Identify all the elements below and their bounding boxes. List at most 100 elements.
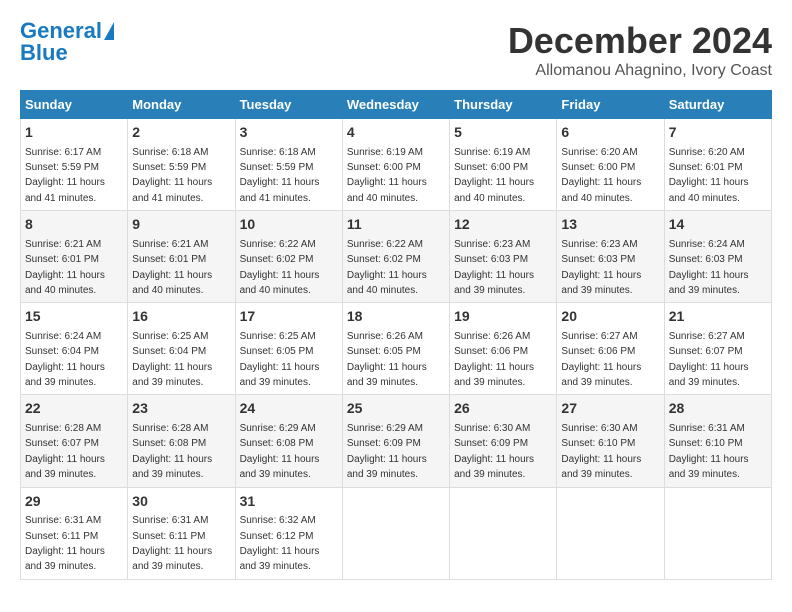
day-number: 27 (561, 399, 659, 419)
day-info: Sunrise: 6:27 AMSunset: 6:07 PMDaylight:… (669, 331, 749, 388)
day-number: 4 (347, 123, 445, 143)
day-info: Sunrise: 6:27 AMSunset: 6:06 PMDaylight:… (561, 331, 641, 388)
calendar-cell: 19 Sunrise: 6:26 AMSunset: 6:06 PMDayligh… (450, 303, 557, 395)
calendar-cell: 11 Sunrise: 6:22 AMSunset: 6:02 PMDayligh… (342, 211, 449, 303)
day-info: Sunrise: 6:21 AMSunset: 6:01 PMDaylight:… (132, 239, 212, 296)
day-number: 24 (240, 399, 338, 419)
day-number: 25 (347, 399, 445, 419)
day-info: Sunrise: 6:28 AMSunset: 6:07 PMDaylight:… (25, 423, 105, 480)
day-info: Sunrise: 6:25 AMSunset: 6:04 PMDaylight:… (132, 331, 212, 388)
day-number: 11 (347, 215, 445, 235)
calendar-cell: 2 Sunrise: 6:18 AMSunset: 5:59 PMDaylight… (128, 119, 235, 211)
day-number: 29 (25, 492, 123, 512)
day-info: Sunrise: 6:30 AMSunset: 6:09 PMDaylight:… (454, 423, 534, 480)
day-info: Sunrise: 6:28 AMSunset: 6:08 PMDaylight:… (132, 423, 212, 480)
calendar-cell (664, 487, 771, 579)
calendar-cell: 15Sunrise: 6:24 AMSunset: 6:04 PMDayligh… (21, 303, 128, 395)
title-area: December 2024 Allomanou Ahagnino, Ivory … (508, 20, 772, 80)
month-title: December 2024 (508, 20, 772, 62)
calendar-table: SundayMondayTuesdayWednesdayThursdayFrid… (20, 90, 772, 580)
day-info: Sunrise: 6:26 AMSunset: 6:06 PMDaylight:… (454, 331, 534, 388)
day-info: Sunrise: 6:20 AMSunset: 6:01 PMDaylight:… (669, 147, 749, 204)
day-info: Sunrise: 6:31 AMSunset: 6:11 PMDaylight:… (25, 515, 105, 572)
calendar-cell: 29 Sunrise: 6:31 AMSunset: 6:11 PMDayligh… (21, 487, 128, 579)
day-number: 23 (132, 399, 230, 419)
calendar-cell (557, 487, 664, 579)
day-info: Sunrise: 6:18 AMSunset: 5:59 PMDaylight:… (132, 147, 212, 204)
calendar-cell: 16 Sunrise: 6:25 AMSunset: 6:04 PMDayligh… (128, 303, 235, 395)
day-info: Sunrise: 6:31 AMSunset: 6:11 PMDaylight:… (132, 515, 212, 572)
calendar-cell: 14Sunrise: 6:24 AMSunset: 6:03 PMDayligh… (664, 211, 771, 303)
day-info: Sunrise: 6:29 AMSunset: 6:09 PMDaylight:… (347, 423, 427, 480)
calendar-cell: 22 Sunrise: 6:28 AMSunset: 6:07 PMDayligh… (21, 395, 128, 487)
day-number: 12 (454, 215, 552, 235)
header-tuesday: Tuesday (235, 91, 342, 119)
location-subtitle: Allomanou Ahagnino, Ivory Coast (508, 62, 772, 80)
day-number: 10 (240, 215, 338, 235)
calendar-cell: 24 Sunrise: 6:29 AMSunset: 6:08 PMDayligh… (235, 395, 342, 487)
day-info: Sunrise: 6:19 AMSunset: 6:00 PMDaylight:… (454, 147, 534, 204)
calendar-cell: 13 Sunrise: 6:23 AMSunset: 6:03 PMDayligh… (557, 211, 664, 303)
header-sunday: Sunday (21, 91, 128, 119)
day-number: 9 (132, 215, 230, 235)
day-info: Sunrise: 6:29 AMSunset: 6:08 PMDaylight:… (240, 423, 320, 480)
calendar-week-row: 29 Sunrise: 6:31 AMSunset: 6:11 PMDayligh… (21, 487, 772, 579)
header-wednesday: Wednesday (342, 91, 449, 119)
logo-triangle-icon (104, 22, 114, 40)
calendar-cell: 25 Sunrise: 6:29 AMSunset: 6:09 PMDayligh… (342, 395, 449, 487)
calendar-week-row: 1Sunrise: 6:17 AMSunset: 5:59 PMDaylight… (21, 119, 772, 211)
day-number: 19 (454, 307, 552, 327)
day-number: 31 (240, 492, 338, 512)
calendar-cell: 8 Sunrise: 6:21 AMSunset: 6:01 PMDaylight… (21, 211, 128, 303)
day-number: 14 (669, 215, 767, 235)
calendar-cell: 10 Sunrise: 6:22 AMSunset: 6:02 PMDayligh… (235, 211, 342, 303)
day-number: 21 (669, 307, 767, 327)
logo-blue: Blue (20, 42, 68, 64)
calendar-cell: 6Sunrise: 6:20 AMSunset: 6:00 PMDaylight… (557, 119, 664, 211)
calendar-cell: 4 Sunrise: 6:19 AMSunset: 6:00 PMDaylight… (342, 119, 449, 211)
calendar-cell: 17 Sunrise: 6:25 AMSunset: 6:05 PMDayligh… (235, 303, 342, 395)
day-info: Sunrise: 6:23 AMSunset: 6:03 PMDaylight:… (454, 239, 534, 296)
day-number: 30 (132, 492, 230, 512)
calendar-cell: 12 Sunrise: 6:23 AMSunset: 6:03 PMDayligh… (450, 211, 557, 303)
day-number: 22 (25, 399, 123, 419)
header-friday: Friday (557, 91, 664, 119)
day-number: 1 (25, 123, 123, 143)
calendar-week-row: 15Sunrise: 6:24 AMSunset: 6:04 PMDayligh… (21, 303, 772, 395)
calendar-cell: 20Sunrise: 6:27 AMSunset: 6:06 PMDayligh… (557, 303, 664, 395)
day-number: 2 (132, 123, 230, 143)
day-number: 28 (669, 399, 767, 419)
calendar-cell (450, 487, 557, 579)
calendar-header-row: SundayMondayTuesdayWednesdayThursdayFrid… (21, 91, 772, 119)
logo: General Blue (20, 20, 114, 64)
day-number: 18 (347, 307, 445, 327)
calendar-cell (342, 487, 449, 579)
day-info: Sunrise: 6:21 AMSunset: 6:01 PMDaylight:… (25, 239, 105, 296)
day-info: Sunrise: 6:23 AMSunset: 6:03 PMDaylight:… (561, 239, 641, 296)
day-number: 3 (240, 123, 338, 143)
calendar-week-row: 22 Sunrise: 6:28 AMSunset: 6:07 PMDayligh… (21, 395, 772, 487)
day-info: Sunrise: 6:24 AMSunset: 6:04 PMDaylight:… (25, 331, 105, 388)
calendar-cell: 31Sunrise: 6:32 AMSunset: 6:12 PMDayligh… (235, 487, 342, 579)
calendar-cell: 5 Sunrise: 6:19 AMSunset: 6:00 PMDaylight… (450, 119, 557, 211)
day-number: 8 (25, 215, 123, 235)
calendar-cell: 23 Sunrise: 6:28 AMSunset: 6:08 PMDayligh… (128, 395, 235, 487)
calendar-cell: 28 Sunrise: 6:31 AMSunset: 6:10 PMDayligh… (664, 395, 771, 487)
day-number: 13 (561, 215, 659, 235)
day-number: 17 (240, 307, 338, 327)
day-info: Sunrise: 6:25 AMSunset: 6:05 PMDaylight:… (240, 331, 320, 388)
day-info: Sunrise: 6:31 AMSunset: 6:10 PMDaylight:… (669, 423, 749, 480)
day-info: Sunrise: 6:22 AMSunset: 6:02 PMDaylight:… (347, 239, 427, 296)
day-number: 26 (454, 399, 552, 419)
day-info: Sunrise: 6:22 AMSunset: 6:02 PMDaylight:… (240, 239, 320, 296)
day-info: Sunrise: 6:18 AMSunset: 5:59 PMDaylight:… (240, 147, 320, 204)
calendar-cell: 7 Sunrise: 6:20 AMSunset: 6:01 PMDaylight… (664, 119, 771, 211)
calendar-cell: 30 Sunrise: 6:31 AMSunset: 6:11 PMDayligh… (128, 487, 235, 579)
day-info: Sunrise: 6:30 AMSunset: 6:10 PMDaylight:… (561, 423, 641, 480)
day-info: Sunrise: 6:19 AMSunset: 6:00 PMDaylight:… (347, 147, 427, 204)
day-info: Sunrise: 6:20 AMSunset: 6:00 PMDaylight:… (561, 147, 641, 204)
day-number: 5 (454, 123, 552, 143)
day-number: 16 (132, 307, 230, 327)
day-number: 7 (669, 123, 767, 143)
header-monday: Monday (128, 91, 235, 119)
